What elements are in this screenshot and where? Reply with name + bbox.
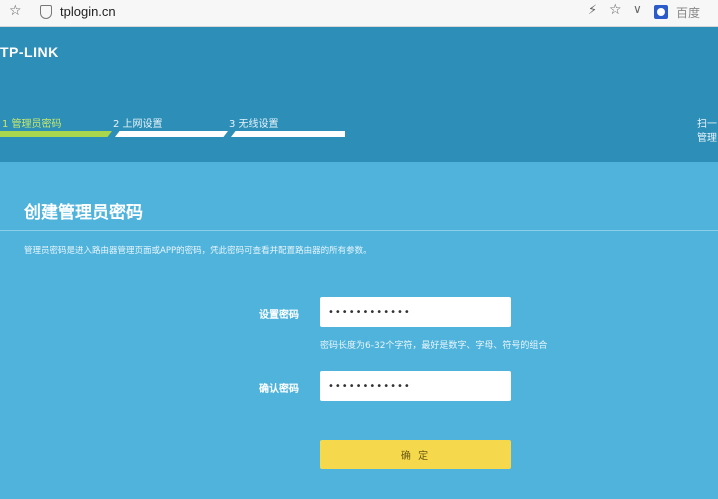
brand-logo: TP-LINK: [0, 44, 59, 60]
progress-step-2: [115, 131, 228, 137]
password-setup-panel: 创建管理员密码 管理员密码是进入路由器管理页面或APP的密码，凭此密码可查看并配…: [0, 162, 718, 499]
confirm-password-label: 确认密码: [259, 384, 299, 395]
security-shield-icon[interactable]: [40, 5, 52, 19]
confirm-password-input[interactable]: [320, 371, 511, 401]
address-bar-url[interactable]: tplogin.cn: [60, 4, 116, 19]
page-title: 创建管理员密码: [24, 203, 143, 223]
side-hint-line-2: 管理: [697, 133, 717, 144]
bookmark-star-icon[interactable]: ☆: [9, 3, 22, 19]
step-2-label: 2 上网设置: [113, 119, 163, 130]
router-header: TP-LINK 1 管理员密码 2 上网设置 3 无线设置 扫一 管理: [0, 27, 718, 162]
progress-step-1: [0, 131, 112, 137]
confirm-button[interactable]: 确 定: [320, 440, 511, 469]
side-hint-line-1: 扫一: [697, 119, 717, 130]
search-engine-box[interactable]: 百度: [676, 4, 700, 21]
password-hint: 密码长度为6-32个字符，最好是数字、字母、符号的组合: [320, 341, 548, 351]
progress-step-3: [231, 131, 345, 137]
chevron-down-icon[interactable]: ∨: [633, 2, 642, 16]
baidu-icon[interactable]: [654, 5, 668, 19]
title-divider: [0, 230, 718, 231]
setup-progress-bar: [0, 131, 345, 137]
step-3-label: 3 无线设置: [229, 119, 279, 130]
step-1-label: 1 管理员密码: [2, 119, 62, 130]
lightning-icon[interactable]: ⚡: [588, 3, 597, 18]
set-password-input[interactable]: [320, 297, 511, 327]
set-password-label: 设置密码: [259, 310, 299, 321]
password-description: 管理员密码是进入路由器管理页面或APP的密码，凭此密码可查看并配置路由器的所有参…: [24, 246, 372, 256]
favorite-star-icon[interactable]: ☆: [609, 2, 622, 18]
browser-toolbar: ☆ tplogin.cn ⚡ ☆ ∨ 百度: [0, 0, 718, 27]
